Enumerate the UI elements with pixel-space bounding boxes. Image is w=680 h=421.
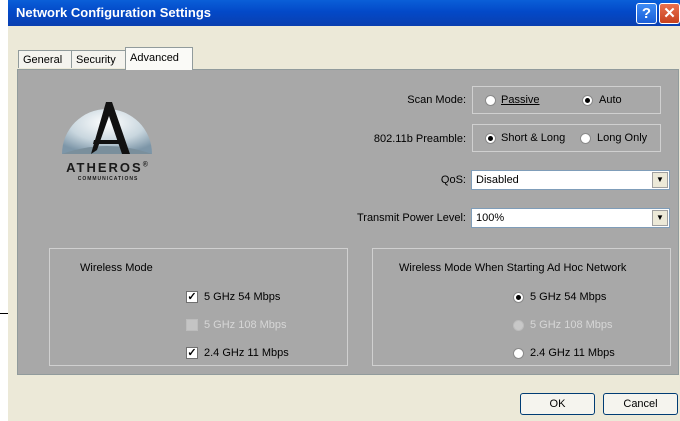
external-line — [0, 313, 8, 314]
window-title: Network Configuration Settings — [16, 5, 211, 20]
wireless-mode-group: Wireless Mode ✓ 5 GHz 54 Mbps 5 GHz 108 … — [49, 248, 348, 366]
atheros-logo: ATHEROS® COMMUNICATIONS — [48, 90, 166, 185]
adhoc-5ghz-108-label: 5 GHz 108 Mbps — [530, 319, 613, 331]
adhoc-2ghz-11-radio[interactable] — [513, 348, 524, 359]
preamble-label: 802.11b Preamble: — [373, 133, 466, 145]
wireless-2ghz-11-checkbox[interactable]: ✓ — [186, 347, 198, 359]
wireless-5ghz-54-checkbox[interactable]: ✓ — [186, 291, 198, 303]
qos-value: Disabled — [476, 174, 519, 186]
ok-button[interactable]: OK — [520, 393, 595, 415]
scan-mode-passive-label: Passive — [501, 94, 540, 106]
preamble-short-long-label: Short & Long — [501, 132, 566, 144]
preamble-group: Short & Long Long Only — [472, 124, 661, 152]
network-config-dialog: Network Configuration Settings ? ✕ Gener… — [8, 0, 680, 421]
tx-power-label: Transmit Power Level: — [356, 212, 466, 224]
scan-mode-auto-label: Auto — [599, 94, 622, 106]
advanced-panel: ATHEROS® COMMUNICATIONS Scan Mode: Passi… — [17, 69, 679, 375]
cancel-button[interactable]: Cancel — [603, 393, 678, 415]
chevron-down-icon[interactable]: ▼ — [652, 210, 668, 226]
adhoc-5ghz-108-radio[interactable] — [513, 320, 524, 331]
wireless-5ghz-54-label: 5 GHz 54 Mbps — [204, 291, 281, 303]
adhoc-5ghz-54-radio[interactable] — [513, 292, 524, 303]
logo-brand-text: ATHEROS — [66, 160, 143, 175]
preamble-short-long-radio[interactable] — [485, 133, 496, 144]
scan-mode-label: Scan Mode: — [407, 94, 466, 106]
atheros-logo-graphic — [62, 102, 152, 154]
scan-mode-group: Passive Auto — [472, 86, 661, 114]
qos-select[interactable]: Disabled ▼ — [471, 170, 670, 190]
wireless-5ghz-108-checkbox[interactable] — [186, 319, 198, 331]
preamble-long-only-label: Long Only — [597, 132, 648, 144]
wireless-5ghz-108-label: 5 GHz 108 Mbps — [204, 319, 287, 331]
title-bar[interactable]: Network Configuration Settings ? ✕ — [8, 0, 680, 26]
scan-mode-passive-radio[interactable] — [485, 95, 496, 106]
scan-mode-auto-radio[interactable] — [582, 95, 593, 106]
tab-advanced[interactable]: Advanced — [125, 47, 193, 70]
preamble-long-only-radio[interactable] — [580, 133, 591, 144]
wireless-2ghz-11-label: 2.4 GHz 11 Mbps — [204, 347, 289, 359]
logo-subtitle: COMMUNICATIONS — [77, 176, 139, 182]
qos-label: QoS: — [440, 174, 466, 186]
chevron-down-icon[interactable]: ▼ — [652, 172, 668, 188]
adhoc-5ghz-54-label: 5 GHz 54 Mbps — [530, 291, 607, 303]
wireless-mode-title: Wireless Mode — [80, 262, 153, 274]
adhoc-mode-group: Wireless Mode When Starting Ad Hoc Netwo… — [372, 248, 671, 366]
tx-power-value: 100% — [476, 212, 505, 224]
tab-security[interactable]: Security — [71, 50, 126, 68]
close-button[interactable]: ✕ — [659, 3, 680, 24]
logo-registered-mark: ® — [142, 161, 150, 169]
tab-general[interactable]: General — [18, 50, 72, 68]
help-button[interactable]: ? — [636, 3, 657, 24]
logo-brand: ATHEROS® — [52, 160, 164, 175]
tx-power-select[interactable]: 100% ▼ — [471, 208, 670, 228]
adhoc-mode-title: Wireless Mode When Starting Ad Hoc Netwo… — [399, 262, 627, 274]
adhoc-2ghz-11-label: 2.4 GHz 11 Mbps — [530, 347, 615, 359]
